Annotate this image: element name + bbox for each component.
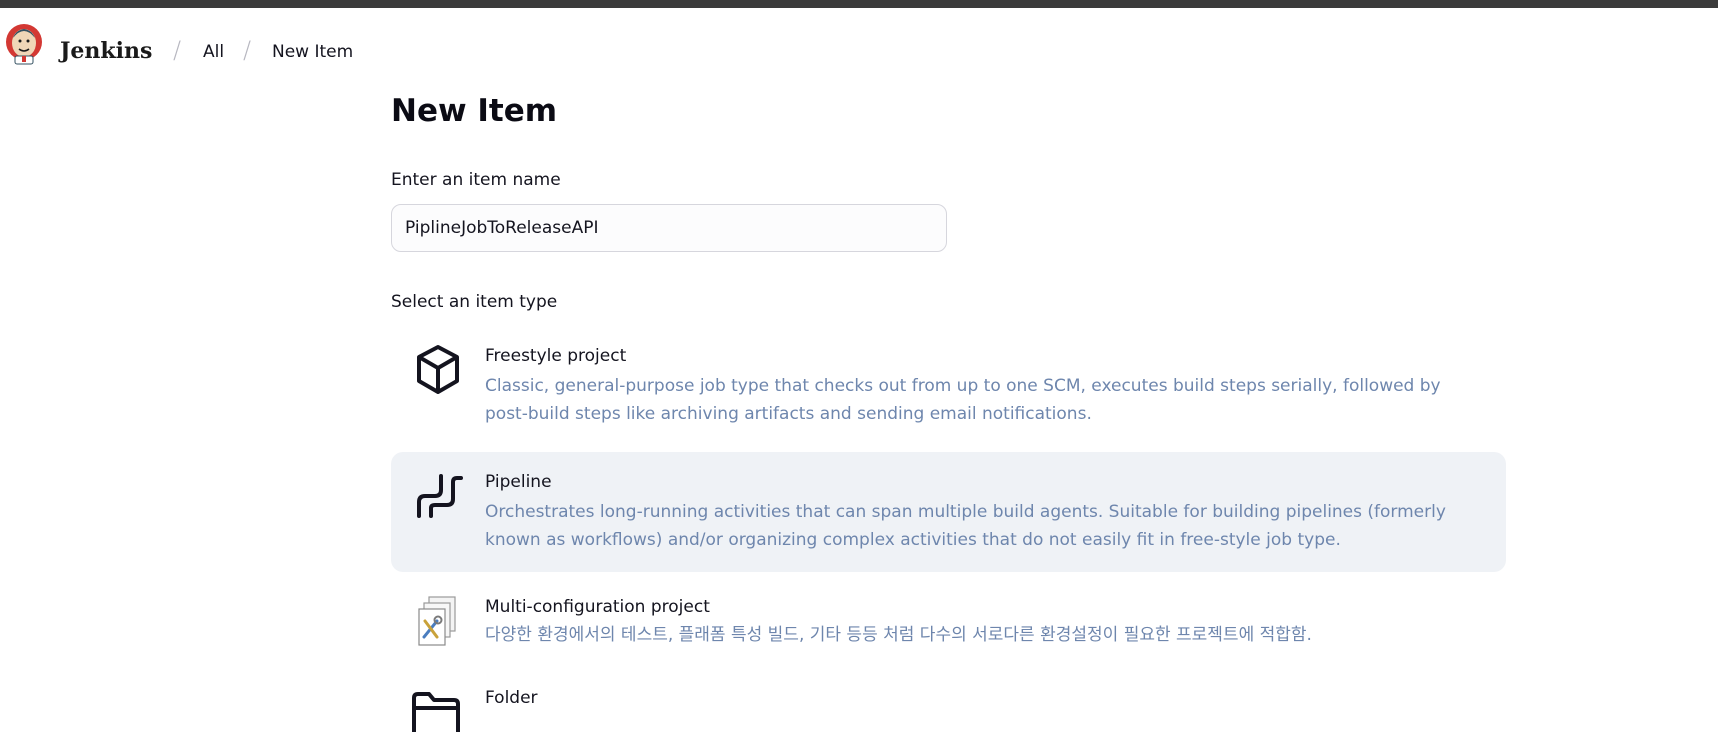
item-type-freestyle[interactable]: Freestyle project Classic, general-purpo… — [391, 330, 1506, 435]
page-title: New Item — [391, 93, 558, 129]
breadcrumb-all[interactable]: All — [203, 42, 224, 62]
item-type-folder[interactable]: Folder — [391, 680, 1506, 732]
item-type-title: Multi-configuration project — [485, 597, 710, 617]
item-type-multi-configuration[interactable]: Multi-configuration project 다양한 환경에서의 테스… — [391, 585, 1506, 655]
item-type-title: Pipeline — [485, 472, 552, 492]
item-type-title: Freestyle project — [485, 346, 627, 366]
item-type-title: Folder — [485, 688, 538, 708]
breadcrumb-separator: / — [173, 36, 182, 64]
item-type-description: Orchestrates long-running activities tha… — [485, 502, 1446, 550]
cube-icon — [417, 345, 459, 394]
item-type-description: 다양한 환경에서의 테스트, 플래폼 특성 빌드, 기타 등등 처럼 다수의 서… — [485, 625, 1312, 645]
item-type-label: Select an item type — [391, 292, 558, 312]
breadcrumb-separator: / — [243, 36, 252, 64]
breadcrumb-new-item[interactable]: New Item — [272, 42, 353, 62]
item-name-input[interactable] — [391, 204, 947, 252]
item-name-label: Enter an item name — [391, 170, 561, 190]
item-type-description: Classic, general-purpose job type that c… — [485, 376, 1441, 424]
multi-config-icon — [418, 596, 456, 646]
window-top-bar — [0, 0, 1718, 8]
page-header: Jenkins — [0, 8, 1718, 70]
pipeline-icon — [417, 474, 463, 518]
brand-name[interactable]: Jenkins — [60, 38, 152, 64]
folder-icon — [412, 692, 460, 732]
jenkins-logo-icon[interactable] — [4, 18, 44, 68]
item-type-pipeline[interactable]: Pipeline Orchestrates long-running activ… — [391, 452, 1506, 572]
